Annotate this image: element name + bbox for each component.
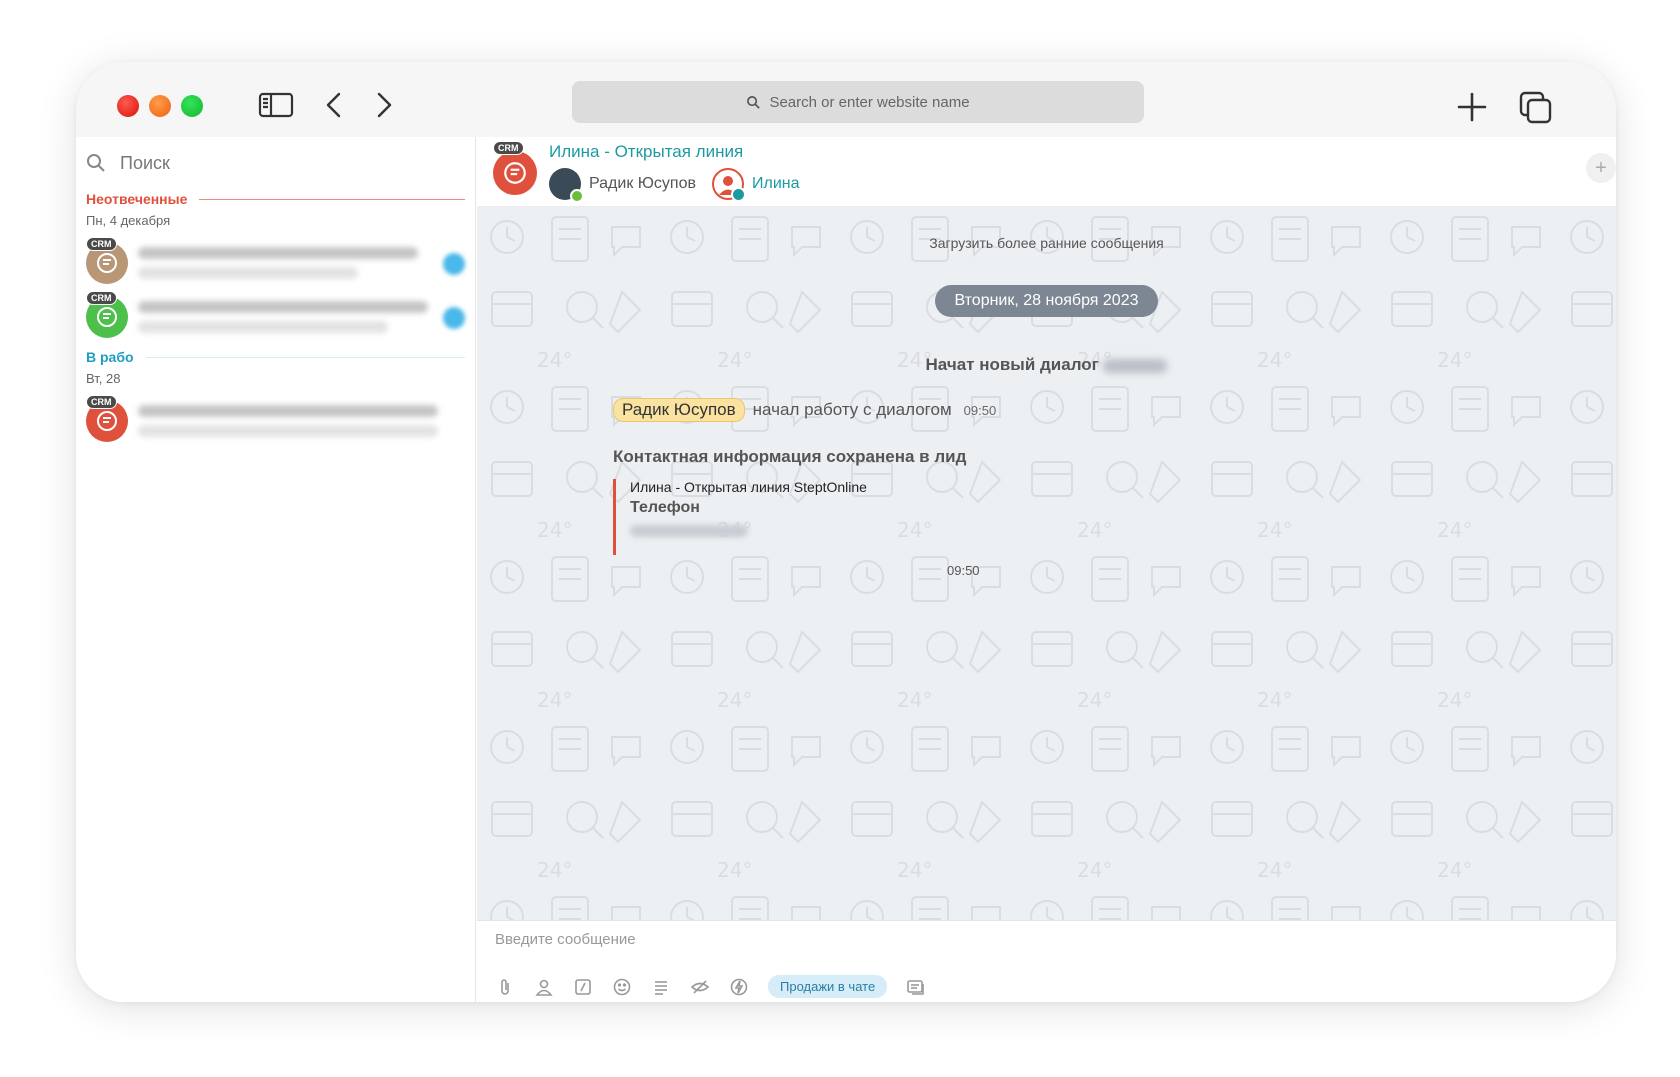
crown-icon (570, 189, 584, 203)
message-composer: Введите сообщение Продажи в чате (477, 920, 1616, 1002)
quick-answers-icon[interactable] (651, 977, 671, 997)
sidebar-toggle-icon[interactable] (258, 91, 294, 119)
chat-header-avatar[interactable] (493, 151, 537, 195)
date-separator: Вторник, 28 ноября 2023 (934, 285, 1159, 317)
browser-window: Search or enter website name Поиск Неотв… (76, 62, 1616, 1002)
chat-window-icon[interactable] (906, 977, 926, 997)
address-bar[interactable]: Search or enter website name (572, 81, 1144, 123)
contact-info-quote: Илина - Открытая линия SteptOnline Телеф… (613, 479, 993, 555)
participant-name[interactable]: Илина (752, 175, 800, 193)
participant-name[interactable]: Радик Юсупов (589, 175, 696, 193)
crm-badge: CRM (86, 237, 117, 251)
system-message-text: начал работу с диалогом (752, 400, 952, 419)
search-icon (747, 95, 761, 109)
chat-panel: CRM Илина - Открытая линия Радик Юсупов … (477, 137, 1616, 1002)
crm-badge: CRM (86, 395, 117, 409)
close-window-button[interactable] (117, 95, 139, 117)
lead-source: Илина - Открытая линия SteptOnline (630, 479, 867, 495)
section-date: Пн, 4 декабря (86, 213, 171, 228)
attach-icon[interactable] (495, 977, 515, 997)
search-icon (87, 154, 105, 172)
browser-toolbar: Search or enter website name (76, 62, 1616, 137)
message-input[interactable]: Введите сообщение (495, 931, 636, 948)
blurred-preview (138, 321, 388, 333)
section-date: Вт, 28 (86, 371, 121, 386)
search-label: Поиск (120, 152, 170, 173)
back-icon[interactable] (322, 90, 346, 120)
blurred-dialog-id (1103, 358, 1168, 373)
phone-label: Телефон (630, 499, 700, 516)
contact-info-message: Контактная информация сохранена в лид Ил… (613, 447, 993, 555)
openline-icon (97, 253, 117, 273)
section-divider (199, 198, 465, 200)
window-controls (117, 95, 203, 117)
smile-icon[interactable] (612, 977, 632, 997)
new-dialog-notice: Начат новый диалог (477, 355, 1616, 375)
client-avatar[interactable] (711, 168, 746, 202)
chat-list-panel: Поиск Неотвеченные Пн, 4 декабря CRM CRM (76, 137, 476, 1002)
command-icon[interactable] (573, 977, 593, 997)
load-earlier-link[interactable]: Загрузить более ранние сообщения (477, 235, 1616, 251)
blurred-title (138, 301, 428, 313)
message-time: 09:50 (947, 563, 980, 578)
system-message: Радик Юсупов начал работу с диалогом 09:… (613, 398, 996, 422)
chat-list-item[interactable]: CRM (86, 237, 465, 287)
maximize-window-button[interactable] (181, 95, 203, 117)
blurred-title (138, 405, 438, 417)
blurred-preview (138, 425, 438, 437)
unread-badge (443, 253, 465, 275)
tab-overview-icon[interactable] (1518, 90, 1554, 126)
crm-badge: CRM (493, 141, 524, 155)
blurred-phone (630, 525, 748, 537)
openline-icon (97, 411, 117, 431)
add-user-button[interactable]: + (1586, 153, 1616, 183)
chat-list-item[interactable]: CRM (86, 395, 465, 445)
chat-header: CRM Илина - Открытая линия Радик Юсупов … (477, 137, 1616, 207)
composer-toolbar: Продажи в чате (495, 975, 926, 998)
section-title: Неотвеченные (86, 191, 188, 207)
lightning-icon[interactable] (729, 977, 749, 997)
contact-info-title: Контактная информация сохранена в лид (613, 447, 967, 466)
blurred-title (138, 247, 418, 259)
section-in-work: В рабо Вт, 28 (86, 349, 465, 386)
address-placeholder: Search or enter website name (769, 93, 970, 111)
forward-icon[interactable] (372, 90, 396, 120)
crm-badge: CRM (86, 291, 117, 305)
sales-in-chat-button[interactable]: Продажи в чате (768, 975, 888, 998)
chat-participants: Радик Юсупов Илина (549, 168, 800, 203)
chat-title[interactable]: Илина - Открытая линия (549, 142, 743, 162)
blurred-preview (138, 267, 358, 279)
section-title: В рабо (86, 349, 134, 365)
new-tab-icon[interactable] (1455, 90, 1489, 124)
unread-badge (443, 307, 465, 329)
chat-search[interactable]: Поиск (76, 145, 170, 181)
hidden-message-icon[interactable] (690, 977, 710, 997)
message-area[interactable]: 24° Загрузить более ранние сообщения Вто… (477, 207, 1616, 920)
user-mention[interactable]: Радик Юсупов (613, 398, 745, 422)
openline-icon (504, 162, 526, 184)
section-divider (145, 356, 465, 358)
chat-list-item[interactable]: CRM (86, 291, 465, 341)
minimize-window-button[interactable] (149, 95, 171, 117)
user-avatar[interactable] (549, 168, 584, 203)
user-icon[interactable] (534, 977, 554, 997)
message-time: 09:50 (963, 402, 997, 418)
new-dialog-text: Начат новый диалог (925, 355, 1099, 374)
section-unanswered: Неотвеченные Пн, 4 декабря (86, 191, 465, 228)
openline-icon (97, 307, 117, 327)
openline-badge-icon (730, 187, 746, 202)
